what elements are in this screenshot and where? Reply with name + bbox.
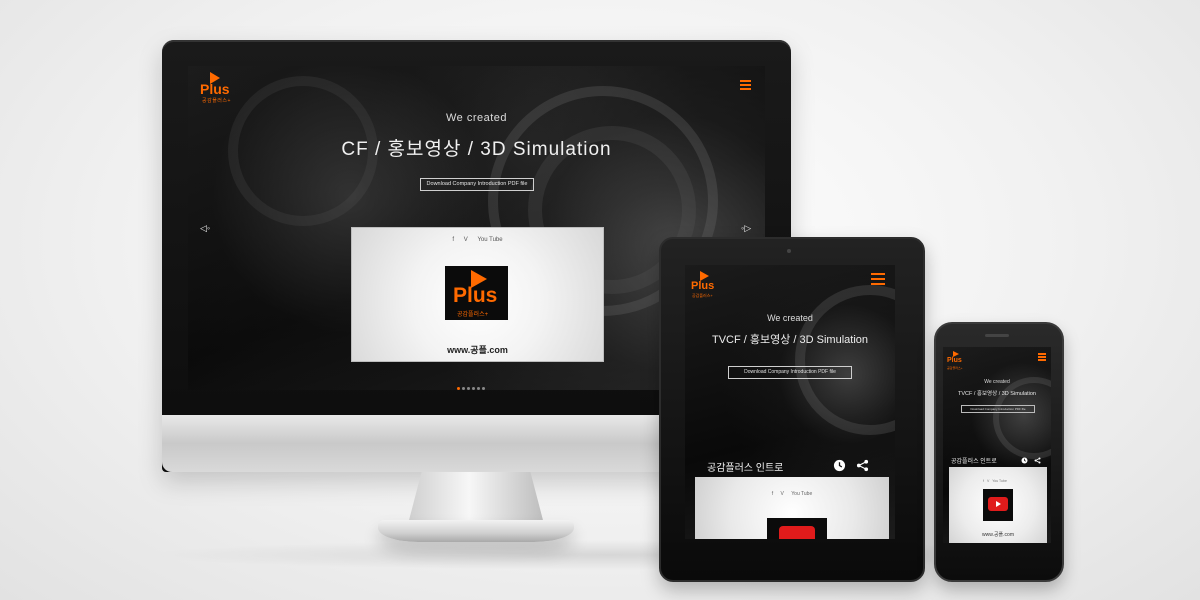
youtube-icon[interactable]: You Tube <box>477 237 502 243</box>
hamburger-menu-icon[interactable] <box>1038 353 1046 362</box>
desktop-monitor-base <box>378 520 574 542</box>
facebook-icon[interactable]: f <box>452 237 454 243</box>
logo-word: Plus <box>200 81 230 97</box>
hero-eyebrow: We created <box>767 313 813 323</box>
phone-speaker <box>985 334 1009 337</box>
intro-section-title: 공감플러스 인트로 <box>707 463 784 474</box>
pagination-dot <box>462 387 465 390</box>
download-pdf-button[interactable]: Download Company Introduction PDF file <box>420 178 534 191</box>
site-url: www.공플.com <box>447 345 508 355</box>
clock-icon[interactable] <box>833 459 846 472</box>
facebook-icon[interactable]: f <box>983 479 984 483</box>
pagination-dot-active <box>457 387 460 390</box>
social-links: f V You Tube <box>695 491 889 497</box>
desktop-monitor-stand <box>408 472 544 524</box>
social-links: f V You Tube <box>352 237 603 243</box>
logo-subtitle: 공감플러스+ <box>947 366 963 370</box>
site-url: www.공플.com <box>982 532 1014 538</box>
download-pdf-button[interactable]: Download Company Introduction PDF file <box>728 366 852 379</box>
video-preview-card[interactable]: f V You Tube Plus 공감플러스+ www.공플.com <box>351 227 604 362</box>
hamburger-menu-icon[interactable] <box>871 273 885 288</box>
hero-headline: CF / 홍보영상 / 3D Simulation <box>341 139 612 160</box>
phone-screen: Plus 공감플러스+ We created TVCF / 홍보영상 / 3D … <box>943 347 1051 543</box>
pagination-dot <box>477 387 480 390</box>
social-links: f V You Tube <box>983 479 1009 483</box>
youtube-play-icon <box>988 497 1008 511</box>
hamburger-menu-icon[interactable] <box>740 80 751 92</box>
share-icon[interactable] <box>856 459 869 472</box>
video-preview-card[interactable]: f V You Tube www.공플.com <box>949 467 1047 543</box>
download-pdf-button[interactable]: Download Company Introduction PDF file <box>961 405 1035 413</box>
hero-headline: TVCF / 홍보영상 / 3D Simulation <box>711 334 868 346</box>
vimeo-icon[interactable]: V <box>781 491 784 497</box>
brand-logo-tile <box>767 518 827 539</box>
pagination-dot <box>482 387 485 390</box>
slider-prev-arrow[interactable]: ◁◦ <box>200 223 210 234</box>
logo-word: Plus <box>947 357 962 364</box>
hero-headline: TVCF / 홍보영상 / 3D Simulation <box>957 391 1036 397</box>
youtube-icon[interactable]: You Tube <box>791 491 812 497</box>
camera-lens-ring <box>795 285 895 435</box>
vimeo-icon[interactable]: V <box>987 479 989 483</box>
youtube-icon[interactable]: You Tube <box>992 479 1007 483</box>
logo-subtitle: 공감플러스+ <box>202 98 231 104</box>
pagination-dot <box>467 387 470 390</box>
clock-icon[interactable] <box>1021 457 1028 464</box>
video-preview-card[interactable]: f V You Tube <box>695 477 889 539</box>
tablet-camera <box>787 249 791 253</box>
brand-logo-word: Plus <box>453 284 498 307</box>
brand-logo-tile <box>983 489 1013 521</box>
pagination-dot <box>472 387 475 390</box>
hero-eyebrow: We created <box>984 379 1010 385</box>
brand-logo-subtitle: 공감플러스+ <box>457 312 489 318</box>
slider-pagination[interactable] <box>457 377 497 390</box>
facebook-icon[interactable]: f <box>772 491 773 497</box>
tablet-screen: Plus 공감플러스+ We created TVCF / 홍보영상 / 3D … <box>685 265 895 539</box>
logo-subtitle: 공감플러스+ <box>692 293 713 298</box>
share-icon[interactable] <box>1034 457 1041 464</box>
logo-word: Plus <box>691 280 715 292</box>
youtube-play-icon <box>779 526 815 539</box>
hero-eyebrow: We created <box>445 112 508 124</box>
slider-next-arrow[interactable]: ◦▷ <box>741 223 751 234</box>
vimeo-icon[interactable]: V <box>464 237 468 243</box>
brand-logo-tile: Plus 공감플러스+ <box>445 266 508 320</box>
intro-section-title: 공감플러스 인트로 <box>951 459 997 465</box>
